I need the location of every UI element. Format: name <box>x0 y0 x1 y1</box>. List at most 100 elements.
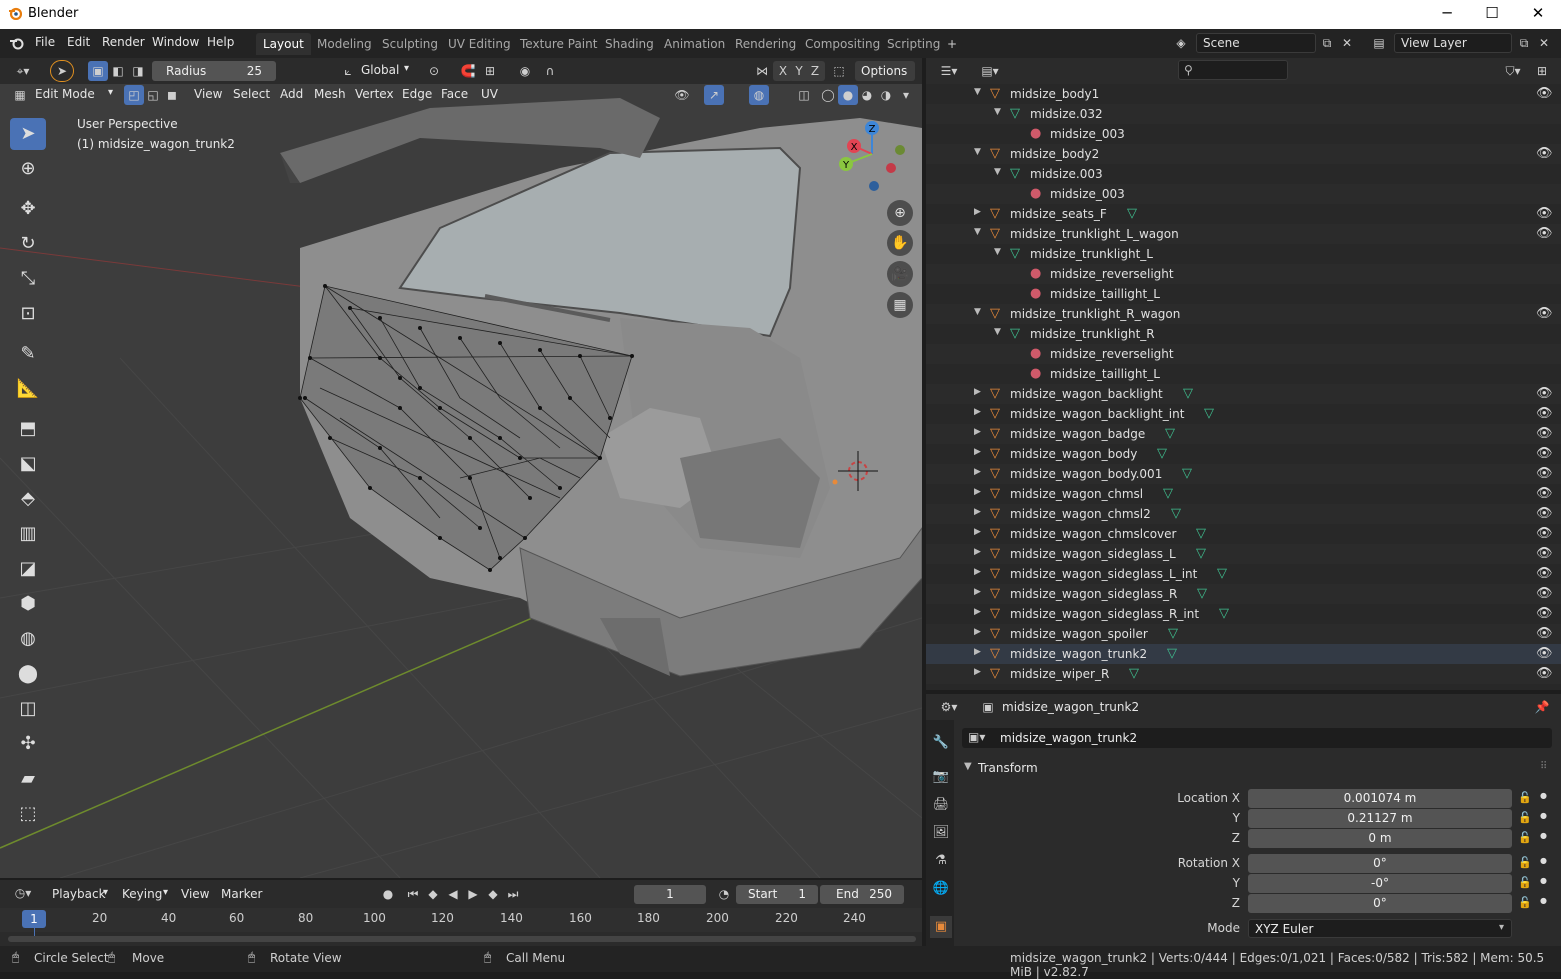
edge-slide-tool-icon[interactable]: ◫ <box>10 693 46 725</box>
tool-tab-icon[interactable]: 🔧 <box>930 732 952 754</box>
expand-arrow-icon[interactable]: ▶ <box>974 387 981 397</box>
xray-toggle-icon[interactable]: ◫ <box>794 85 814 105</box>
visibility-selectability-icon[interactable]: 👁 <box>672 85 692 105</box>
filter-icon[interactable]: ⛉▾ <box>1498 61 1528 81</box>
expand-arrow-icon[interactable]: ▶ <box>974 487 981 497</box>
3d-viewport[interactable]: ⌖▾ ➤ ▣ ◧ ◨ Radius 25 ⟀ Global ▾ ⊙ 🧲 ⊞ ◉ … <box>0 58 922 878</box>
tab-rendering[interactable]: Rendering <box>728 33 803 55</box>
location-y-field[interactable]: 0.21127 m <box>1248 809 1512 828</box>
outliner-row[interactable]: ▶ ▽ midsize_wagon_body.001 ▽ 👁 <box>926 464 1561 484</box>
jump-start-icon[interactable]: ⏮ <box>403 884 423 904</box>
end-frame-field[interactable]: End 250 <box>820 885 904 904</box>
outliner-row[interactable]: ▶ ▽ midsize_wiper_R ▽ 👁 <box>926 664 1561 684</box>
lock-location-z-icon[interactable]: 🔓 <box>1518 831 1532 844</box>
scene-tab-icon[interactable]: ⚗ <box>930 850 952 872</box>
outliner-row[interactable]: ▼ ▽ midsize.032 <box>926 104 1561 124</box>
outliner-row[interactable]: ▶ ▽ midsize_wagon_badge ▽ 👁 <box>926 424 1561 444</box>
mesh-data-icon[interactable]: ▽ <box>1127 206 1137 221</box>
timeline-menu-playback[interactable]: Playback <box>52 887 106 901</box>
gizmo-toggle-icon[interactable]: ↗ <box>704 85 724 105</box>
lock-rotation-x-icon[interactable]: 🔓 <box>1518 856 1532 869</box>
expand-arrow-icon[interactable]: ▶ <box>974 627 981 637</box>
outliner-row[interactable]: ▼ ▽ midsize_trunklight_L_wagon 👁 <box>926 224 1561 244</box>
visibility-eye-icon[interactable]: 👁 <box>1536 506 1553 521</box>
object-tab-icon[interactable]: ▣ <box>930 916 952 938</box>
edge-select-icon[interactable]: ◱ <box>143 85 163 105</box>
visibility-eye-icon[interactable]: 👁 <box>1536 446 1553 461</box>
menu-select[interactable]: Select <box>233 87 270 101</box>
bevel-tool-icon[interactable]: ⬘ <box>10 483 46 515</box>
outliner-row[interactable]: ● midsize_reverselight <box>926 344 1561 364</box>
perspective-toggle-icon[interactable]: ▦ <box>887 292 913 318</box>
keyframe-dot-icon[interactable]: ● <box>1540 791 1547 800</box>
playhead[interactable]: 1 <box>22 910 46 928</box>
options-dropdown[interactable]: Options <box>855 61 915 81</box>
maximize-button[interactable]: ☐ <box>1469 0 1515 29</box>
outliner-row[interactable]: ▶ ▽ midsize_seats_F ▽ 👁 <box>926 204 1561 224</box>
shading-material-icon[interactable]: ◕ <box>857 85 877 105</box>
menu-add[interactable]: Add <box>280 87 303 101</box>
expand-arrow-icon[interactable]: ▶ <box>974 667 981 677</box>
smooth-tool-icon[interactable]: ⬤ <box>10 658 46 690</box>
visibility-eye-icon[interactable]: 👁 <box>1536 146 1553 161</box>
outliner-row[interactable]: ● midsize_taillight_L <box>926 364 1561 384</box>
shading-options-chevron-icon[interactable]: ▾ <box>896 85 916 105</box>
outliner-row[interactable]: ▶ ▽ midsize_wagon_backlight ▽ 👁 <box>926 384 1561 404</box>
visibility-eye-icon[interactable]: 👁 <box>1536 666 1553 681</box>
object-name-field[interactable]: ▣▾ midsize_wagon_trunk2 <box>962 728 1552 748</box>
visibility-eye-icon[interactable]: 👁 <box>1536 306 1553 321</box>
menu-file[interactable]: File <box>35 35 55 49</box>
mesh-data-icon[interactable]: ▽ <box>1171 506 1181 521</box>
visibility-eye-icon[interactable]: 👁 <box>1536 566 1553 581</box>
mirror-z-toggle[interactable]: Z <box>805 61 825 81</box>
tab-shading[interactable]: Shading <box>598 33 661 55</box>
rotation-x-field[interactable]: 0° <box>1248 854 1512 873</box>
outliner-row[interactable]: ▶ ▽ midsize_wagon_trunk2 ▽ 👁 <box>926 644 1561 664</box>
spin-tool-icon[interactable]: ◍ <box>10 623 46 655</box>
mesh-data-icon[interactable]: ▽ <box>1129 666 1139 681</box>
mirror-icon[interactable]: ⋈ <box>752 61 772 81</box>
expand-arrow-icon[interactable]: ▶ <box>974 587 981 597</box>
expand-arrow-icon[interactable]: ▶ <box>974 547 981 557</box>
keyframe-dot-icon[interactable]: ● <box>1540 811 1547 820</box>
properties-editor-icon[interactable]: ⚙▾ <box>934 697 964 717</box>
cursor-tool-icon[interactable]: ⊕ <box>10 153 46 185</box>
select-box-mode-icon[interactable]: ▣ <box>88 61 108 81</box>
play-icon[interactable]: ▶ <box>463 884 483 904</box>
tab-scripting[interactable]: Scripting <box>880 33 947 55</box>
expand-arrow-icon[interactable]: ▶ <box>974 647 981 657</box>
select-extend-icon[interactable]: ◧ <box>108 61 128 81</box>
timeline-scrollbar[interactable] <box>8 936 916 942</box>
current-frame-field[interactable]: 1 <box>634 885 706 904</box>
outliner-row[interactable]: ▼ ▽ midsize.003 <box>926 164 1561 184</box>
visibility-eye-icon[interactable]: 👁 <box>1536 586 1553 601</box>
loop-cut-tool-icon[interactable]: ▥ <box>10 518 46 550</box>
visibility-eye-icon[interactable]: 👁 <box>1536 486 1553 501</box>
minimize-button[interactable]: ─ <box>1424 0 1470 29</box>
outliner-row[interactable]: ▶ ▽ midsize_wagon_sideglass_R ▽ 👁 <box>926 584 1561 604</box>
pin-icon[interactable]: 📌 <box>1532 697 1552 717</box>
rotation-z-field[interactable]: 0° <box>1248 894 1512 913</box>
rotation-y-field[interactable]: -0° <box>1248 874 1512 893</box>
overlays-toggle-icon[interactable]: ◍ <box>749 85 769 105</box>
keyframe-dot-icon[interactable]: ● <box>1540 876 1547 885</box>
scale-tool-icon[interactable]: ⤡ <box>10 263 46 295</box>
falloff-icon[interactable]: ∩ <box>540 61 560 81</box>
location-x-field[interactable]: 0.001074 m <box>1248 789 1512 808</box>
collapse-arrow-icon[interactable]: ▼ <box>994 167 1001 177</box>
extrude-tool-icon[interactable]: ⬒ <box>10 413 46 445</box>
expand-arrow-icon[interactable]: ▶ <box>974 447 981 457</box>
menu-render[interactable]: Render <box>102 35 145 49</box>
pan-hand-icon[interactable]: ✋ <box>887 230 913 256</box>
panel-drag-icon[interactable]: ⠿ <box>1540 761 1547 772</box>
new-view-layer-icon[interactable]: ⧉ <box>1514 33 1534 53</box>
camera-view-icon[interactable]: 🎥 <box>887 261 913 287</box>
outliner-row[interactable]: ▶ ▽ midsize_wagon_sideglass_R_int ▽ 👁 <box>926 604 1561 624</box>
shear-tool-icon[interactable]: ▰ <box>10 763 46 795</box>
select-subtract-icon[interactable]: ◨ <box>128 61 148 81</box>
mesh-data-icon[interactable]: ▽ <box>1196 526 1206 541</box>
menu-face[interactable]: Face <box>441 87 468 101</box>
visibility-eye-icon[interactable]: 👁 <box>1536 226 1553 241</box>
lock-location-y-icon[interactable]: 🔓 <box>1518 811 1532 824</box>
visibility-eye-icon[interactable]: 👁 <box>1536 426 1553 441</box>
